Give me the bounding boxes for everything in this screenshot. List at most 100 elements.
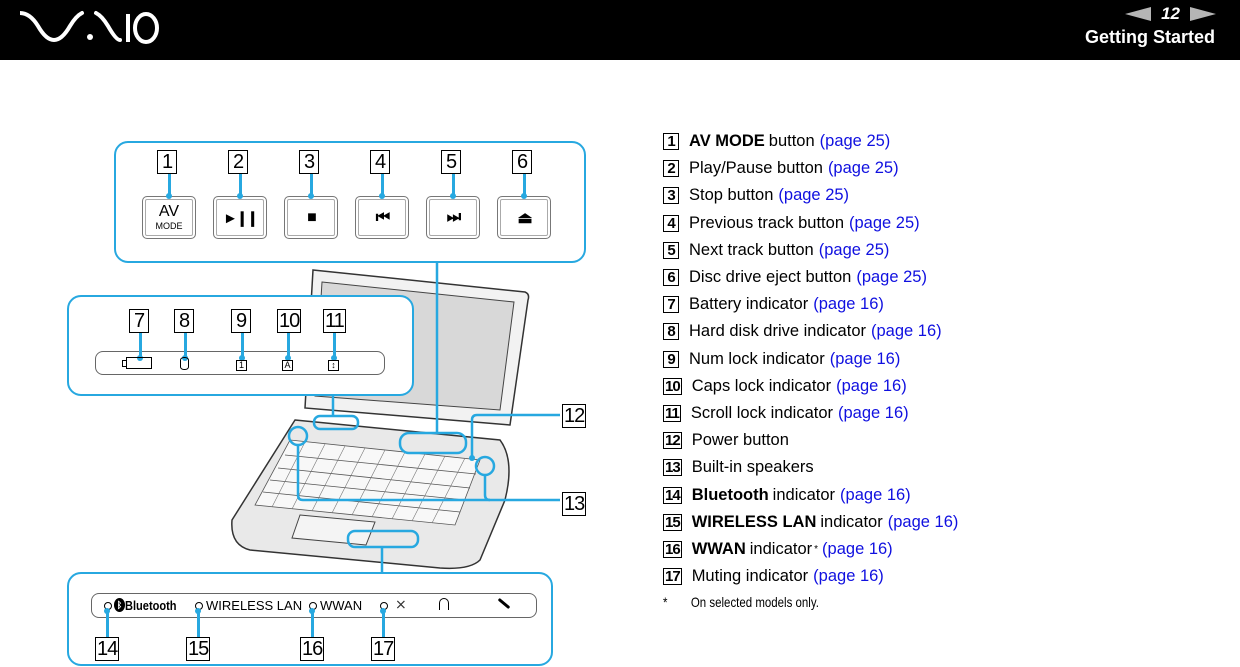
legend-item: 5 Next track button (page 25)	[663, 237, 1223, 264]
headphones-icon	[439, 598, 449, 610]
legend-label: Next track button	[689, 240, 814, 259]
legend-item: 9 Num lock indicator (page 16)	[663, 346, 1223, 373]
play-pause-button[interactable]: ►❙❙	[213, 196, 267, 239]
legend-bold-label: Bluetooth	[691, 485, 769, 504]
page-link[interactable]: (page 25)	[828, 159, 899, 178]
legend-item: 13 Built-in speakers	[663, 454, 1223, 481]
legend-item: 2 Play/Pause button (page 25)	[663, 155, 1223, 182]
legend-item: 17 Muting indicator (page 16)	[663, 563, 1223, 590]
legend-number-badge: 17	[663, 568, 682, 586]
page-link[interactable]: (page 25)	[856, 268, 927, 287]
indicator-label-bluetooth: Bluetooth	[125, 598, 177, 613]
callout-line	[523, 174, 526, 195]
callout-number-7: 7	[129, 309, 149, 333]
callout-number-8: 8	[174, 309, 194, 333]
legend-bold-label: AV MODE	[689, 132, 765, 151]
legend-label: Hard disk drive indicator	[689, 322, 866, 341]
status-indicators-callout: 7 8 9 1 10 A 11 ↕	[67, 295, 414, 396]
legend-item: 7 Battery indicator (page 16)	[663, 291, 1223, 318]
footnote-text: On selected models only.	[690, 594, 819, 610]
legend-item: 14 Bluetooth indicator (page 16)	[663, 481, 1223, 508]
callout-line	[184, 333, 187, 357]
legend-number-badge: 10	[663, 377, 682, 395]
legend-number-badge: 14	[663, 486, 682, 504]
legend-item: 15 WIRELESS LAN indicator (page 16)	[663, 509, 1223, 536]
av-mode-button[interactable]: AV MODE	[142, 196, 196, 239]
legend-number-badge: 8	[663, 323, 679, 341]
page-link[interactable]: (page 16)	[840, 486, 911, 505]
prev-page-arrow-icon[interactable]	[1125, 7, 1152, 21]
callout-dot	[380, 608, 386, 614]
callout-dot	[237, 193, 243, 199]
callout-dot	[195, 608, 201, 614]
stop-button[interactable]: ■	[284, 196, 338, 239]
callout-number-15: 15	[186, 637, 211, 661]
callout-dot	[521, 193, 527, 199]
legend-number-badge: 15	[663, 513, 682, 531]
eject-button[interactable]: ⏏	[497, 196, 551, 239]
legend-item: 10 Caps lock indicator (page 16)	[663, 373, 1223, 400]
page-link[interactable]: (page 25)	[819, 241, 890, 260]
legend-item: 3 Stop button (page 25)	[663, 182, 1223, 209]
legend-label: Stop button	[689, 186, 774, 205]
callout-number-16: 16	[300, 637, 325, 661]
legend-label: button	[768, 132, 815, 151]
legend-label: Num lock indicator	[689, 349, 825, 368]
legend-item: 1 AV MODE button (page 25)	[663, 128, 1223, 155]
legend-number-badge: 6	[663, 269, 679, 287]
legend-item: 12 Power button	[663, 427, 1223, 454]
scroll-lock-icon: ↕	[328, 360, 339, 371]
hard-disk-icon	[180, 357, 189, 370]
num-lock-icon: 1	[236, 360, 247, 371]
indicator-label-wireless-lan: WIRELESS LAN	[206, 598, 303, 613]
eject-icon: ⏏	[517, 209, 532, 227]
page-number: 12	[1161, 4, 1180, 23]
legend-item: 4 Previous track button (page 25)	[663, 210, 1223, 237]
footnote: * On selected models only.	[663, 594, 819, 610]
footnote-mark: *	[663, 594, 668, 610]
legend-label: Scroll lock indicator	[690, 403, 833, 422]
legend-number-badge: 1	[663, 133, 679, 151]
callout-line	[287, 333, 290, 357]
callout-line	[168, 174, 171, 195]
previous-track-button[interactable]: ⏮	[355, 196, 409, 239]
page-link[interactable]: (page 16)	[888, 513, 959, 532]
callout-dot	[450, 193, 456, 199]
page-link[interactable]: (page 16)	[813, 295, 884, 314]
legend-number-badge: 16	[663, 540, 682, 558]
callout-number-10: 10	[277, 309, 302, 333]
page-link[interactable]: (page 16)	[813, 567, 884, 586]
callout-number-13: 13	[562, 492, 587, 516]
page-link[interactable]: (page 25)	[849, 214, 920, 233]
callout-number-11: 11	[323, 309, 346, 333]
callout-number-5: 5	[441, 150, 461, 174]
next-track-icon: ⏭	[446, 208, 461, 226]
previous-track-icon: ⏮	[375, 208, 390, 226]
page-link[interactable]: (page 16)	[822, 540, 893, 559]
legend-number-badge: 3	[663, 187, 679, 205]
callout-dot	[308, 193, 314, 199]
page-link[interactable]: (page 16)	[830, 350, 901, 369]
callout-number-17: 17	[371, 637, 396, 661]
next-track-button[interactable]: ⏭	[426, 196, 480, 239]
page-link[interactable]: (page 25)	[778, 186, 849, 205]
page-link[interactable]: (page 25)	[820, 132, 891, 151]
legend-number-badge: 5	[663, 241, 679, 259]
callout-number-4: 4	[370, 150, 390, 174]
callout-number-6: 6	[512, 150, 532, 174]
page-link[interactable]: (page 16)	[838, 404, 909, 423]
callout-line	[333, 333, 336, 357]
next-page-arrow-icon[interactable]	[1190, 7, 1216, 21]
av-buttons-callout: 1 AV MODE 2 ►❙❙ 3 ■ 4 ⏮ 5 ⏭ 6 ⏏	[114, 141, 586, 263]
page-link[interactable]: (page 16)	[836, 377, 907, 396]
legend-bold-label: WWAN	[691, 539, 746, 558]
callout-number-2: 2	[228, 150, 248, 174]
page-link[interactable]: (page 16)	[871, 322, 942, 341]
legend-label: indicator	[749, 539, 813, 558]
indicator-label-wwan: WWAN	[320, 598, 363, 613]
legend-number-badge: 2	[663, 160, 679, 178]
legend-label: Muting indicator	[691, 567, 809, 586]
stop-icon: ■	[307, 208, 317, 226]
page-navigator: 12	[1125, 4, 1216, 24]
caps-lock-icon: A	[282, 360, 293, 371]
